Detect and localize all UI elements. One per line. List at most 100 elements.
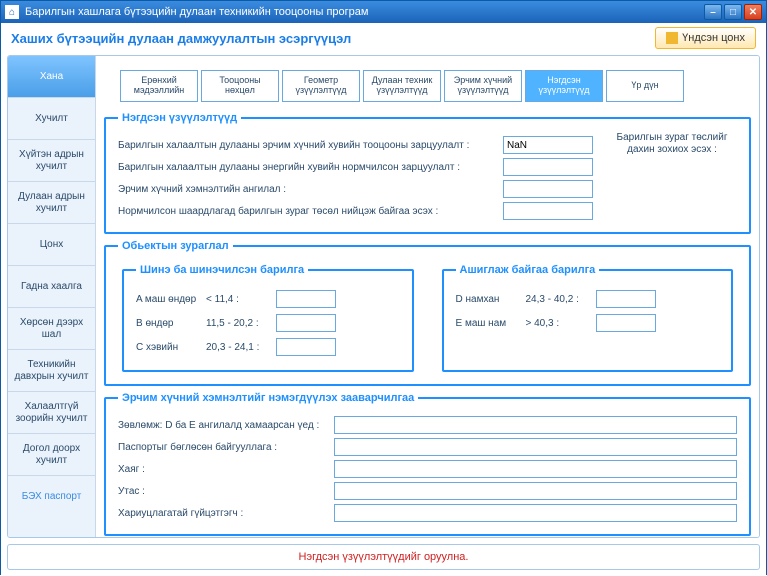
class-code: B өндөр xyxy=(136,318,206,329)
group-instructions: Эрчим хүчний хэмнэлтийг нэмэгдүүлэх заав… xyxy=(104,392,751,536)
summary-input[interactable] xyxy=(503,202,593,220)
tab[interactable]: Дулаан техник үзүүлэлтүүд xyxy=(363,70,441,102)
class-range: < 11,4 : xyxy=(206,294,276,305)
sidebar: ХанаХучилтХүйтэн адрын хучилтДулаан адры… xyxy=(8,56,96,537)
sidebar-item[interactable]: Халаалтгүй зоорийн хучилт xyxy=(8,392,95,434)
maximize-button[interactable]: □ xyxy=(724,4,742,20)
sidebar-item[interactable]: Техникийн давхрын хучилт xyxy=(8,350,95,392)
tab[interactable]: Эрчим хүчний үзүүлэлтүүд xyxy=(444,70,522,102)
class-row: C хэвийн20,3 - 24,1 : xyxy=(136,338,400,356)
close-button[interactable]: ✕ xyxy=(744,4,762,20)
class-input[interactable] xyxy=(596,290,656,308)
class-range: 11,5 - 20,2 : xyxy=(206,318,276,329)
group-instructions-legend: Эрчим хүчний хэмнэлтийг нэмэгдүүлэх заав… xyxy=(118,392,418,404)
class-code: C хэвийн xyxy=(136,342,206,353)
class-row: B өндөр11,5 - 20,2 : xyxy=(136,314,400,332)
instruction-label: Зөвлөмж: D ба E ангилалд хамаарсан үед : xyxy=(118,420,328,431)
status-message: Нэгдсэн үзүүлэлтүүдийг оруулна. xyxy=(299,551,469,563)
summary-rows: Барилгын халаалтын дулааны эрчим хүчний … xyxy=(118,132,593,224)
class-rows-left: A маш өндөр< 11,4 : B өндөр11,5 - 20,2 : C… xyxy=(136,290,400,356)
tab[interactable]: Геометр үзүүлэлтүүд xyxy=(282,70,360,102)
content: Ерөнхий мэдээллийнТооцооны нөхцөлГеометр… xyxy=(96,56,759,537)
class-input[interactable] xyxy=(596,314,656,332)
class-input[interactable] xyxy=(276,314,336,332)
group-summary-legend: Нэгдсэн үзүүлэлтүүд xyxy=(118,112,241,124)
page-title: Хаших бүтээцийн дулаан дамжуулалтын эсэр… xyxy=(11,31,655,46)
minimize-button[interactable]: – xyxy=(704,4,722,20)
app-window: ⌂ Барилгын хашлага бүтээцийн дулаан техн… xyxy=(0,0,767,575)
sidebar-item[interactable]: Гадна хаалга xyxy=(8,266,95,308)
window-buttons: – □ ✕ xyxy=(704,4,762,20)
main-window-button[interactable]: Үндсэн цонх xyxy=(655,27,756,49)
group-used-building: Ашиглаж байгаа барилга D намхан24,3 - 40… xyxy=(442,264,734,372)
instruction-row: Хариуцлагатай гүйцэтгэгч : xyxy=(118,504,737,522)
summary-label: Эрчим хүчний хэмнэлтийн ангилал : xyxy=(118,184,497,195)
class-row: A маш өндөр< 11,4 : xyxy=(136,290,400,308)
class-code: D намхан xyxy=(456,294,526,305)
instruction-input[interactable] xyxy=(334,504,737,522)
instruction-row: Паспортыг бөглөсөн байгууллага : xyxy=(118,438,737,456)
summary-row: Эрчим хүчний хэмнэлтийн ангилал : xyxy=(118,180,593,198)
instruction-input[interactable] xyxy=(334,438,737,456)
client-area: Хаших бүтээцийн дулаан дамжуулалтын эсэр… xyxy=(1,23,766,576)
tabs: Ерөнхий мэдээллийнТооцооны нөхцөлГеометр… xyxy=(120,70,751,102)
instruction-input[interactable] xyxy=(334,416,737,434)
class-code: A маш өндөр xyxy=(136,294,206,305)
instruction-label: Паспортыг бөглөсөн байгууллага : xyxy=(118,442,328,453)
main-window-label: Үндсэн цонх xyxy=(682,32,745,44)
class-input[interactable] xyxy=(276,290,336,308)
summary-input[interactable] xyxy=(503,180,593,198)
summary-row: Барилгын халаалтын дулааны энергийн хуви… xyxy=(118,158,593,176)
sidebar-item[interactable]: Хөрсөн дээрх шал xyxy=(8,308,95,350)
sidebar-item[interactable]: Хучилт xyxy=(8,98,95,140)
summary-label: Нормчилсон шаардлагад барилгын зураг төс… xyxy=(118,206,497,217)
instruction-input[interactable] xyxy=(334,460,737,478)
instruction-row: Зөвлөмж: D ба E ангилалд хамаарсан үед : xyxy=(118,416,737,434)
summary-input[interactable] xyxy=(503,136,593,154)
group-used-legend: Ашиглаж байгаа барилга xyxy=(456,264,600,276)
sidebar-item[interactable]: Догол доорх хучилт xyxy=(8,434,95,476)
instruction-rows: Зөвлөмж: D ба E ангилалд хамаарсан үед :… xyxy=(118,416,737,522)
sidebar-item[interactable]: БЭХ паспорт xyxy=(8,476,95,518)
tab[interactable]: Ерөнхий мэдээллийн xyxy=(120,70,198,102)
group-new-building: Шинэ ба шинэчилсэн барилга A маш өндөр< … xyxy=(122,264,414,372)
class-row: D намхан24,3 - 40,2 : xyxy=(456,290,720,308)
instruction-row: Утас : xyxy=(118,482,737,500)
class-input[interactable] xyxy=(276,338,336,356)
tab[interactable]: Нэгдсэн үзүүлэлтүүд xyxy=(525,70,603,102)
instruction-label: Утас : xyxy=(118,486,328,497)
tab[interactable]: Үр дүн xyxy=(606,70,684,102)
group-summary: Нэгдсэн үзүүлэлтүүд Барилгын халаалтын д… xyxy=(104,112,751,234)
sidebar-item[interactable]: Цонх xyxy=(8,224,95,266)
window-title: Барилгын хашлага бүтээцийн дулаан техник… xyxy=(25,6,704,18)
home-icon xyxy=(666,32,678,44)
summary-row: Барилгын халаалтын дулааны эрчим хүчний … xyxy=(118,136,593,154)
instruction-label: Хариуцлагатай гүйцэтгэгч : xyxy=(118,508,328,519)
summary-row: Нормчилсон шаардлагад барилгын зураг төс… xyxy=(118,202,593,220)
status-bar: Нэгдсэн үзүүлэлтүүдийг оруулна. xyxy=(7,544,760,570)
class-code: E маш нам xyxy=(456,318,526,329)
class-range: 24,3 - 40,2 : xyxy=(526,294,596,305)
class-rows-right: D намхан24,3 - 40,2 : E маш нам> 40,3 : xyxy=(456,290,720,332)
sidebar-item[interactable]: Хана xyxy=(8,56,95,98)
tab[interactable]: Тооцооны нөхцөл xyxy=(201,70,279,102)
summary-input[interactable] xyxy=(503,158,593,176)
sidebar-item[interactable]: Дулаан адрын хучилт xyxy=(8,182,95,224)
titlebar: ⌂ Барилгын хашлага бүтээцийн дулаан техн… xyxy=(1,1,766,23)
summary-label: Барилгын халаалтын дулааны энергийн хуви… xyxy=(118,162,497,173)
class-row: E маш нам> 40,3 : xyxy=(456,314,720,332)
instruction-input[interactable] xyxy=(334,482,737,500)
group-new-legend: Шинэ ба шинэчилсэн барилга xyxy=(136,264,308,276)
sidebar-item[interactable]: Хүйтэн адрын хучилт xyxy=(8,140,95,182)
body: ХанаХучилтХүйтэн адрын хучилтДулаан адры… xyxy=(7,55,760,538)
group-object: Обьектын зураглал Шинэ ба шинэчилсэн бар… xyxy=(104,240,751,386)
page-header: Хаших бүтээцийн дулаан дамжуулалтын эсэр… xyxy=(1,23,766,53)
group-object-legend: Обьектын зураглал xyxy=(118,240,233,252)
instruction-row: Хаяг : xyxy=(118,460,737,478)
app-icon: ⌂ xyxy=(5,5,19,19)
instruction-label: Хаяг : xyxy=(118,464,328,475)
summary-side-label: Барилгын зураг төслийг дахин зохиох эсэх… xyxy=(607,132,737,224)
class-range: > 40,3 : xyxy=(526,318,596,329)
summary-label: Барилгын халаалтын дулааны эрчим хүчний … xyxy=(118,140,497,151)
class-range: 20,3 - 24,1 : xyxy=(206,342,276,353)
